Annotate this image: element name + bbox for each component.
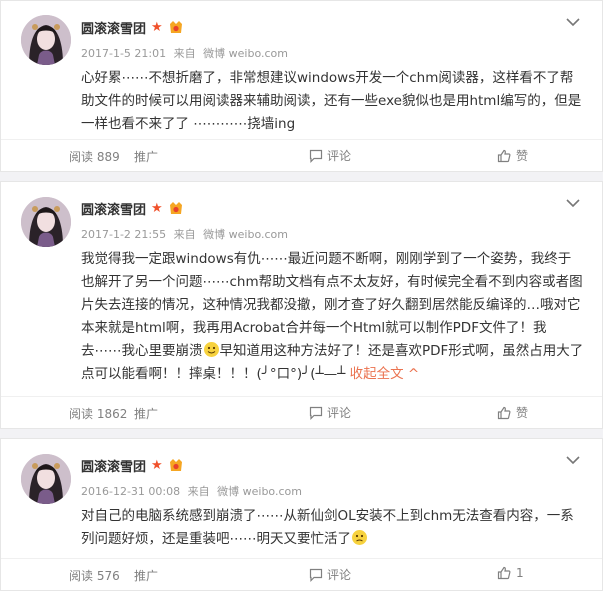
like-label: 赞	[516, 149, 529, 163]
post-time[interactable]: 2017-1-2 21:55	[81, 228, 166, 241]
post-source[interactable]: 微博 weibo.com	[217, 485, 302, 498]
source-prefix: 来自	[187, 485, 210, 498]
comment-button[interactable]: 评论	[309, 404, 351, 421]
post-meta: 2017-1-2 21:55 来自 微博 weibo.com	[81, 226, 288, 242]
promote-button[interactable]: 推广	[134, 148, 158, 165]
chevron-down-icon[interactable]	[566, 198, 580, 208]
read-count: 阅读 576	[69, 569, 120, 583]
comment-button[interactable]: 评论	[309, 147, 351, 164]
avatar[interactable]	[21, 454, 71, 504]
promote-button[interactable]: 推广	[134, 567, 158, 584]
author-row: 圆滚滚雪团 ★	[81, 455, 184, 475]
vip-icon[interactable]	[168, 201, 184, 215]
like-button[interactable]: 赞	[497, 147, 528, 164]
promote-button[interactable]: 推广	[134, 405, 158, 422]
like-icon	[497, 406, 511, 419]
weibo-post: 圆滚滚雪团 ★ 2016-12-31 00:08 来自 微博 weibo.com…	[0, 438, 603, 591]
post-meta: 2016-12-31 00:08 来自 微博 weibo.com	[81, 483, 302, 499]
like-label: 赞	[516, 406, 529, 420]
avatar[interactable]	[21, 15, 71, 65]
author-name[interactable]: 圆滚滚雪团	[81, 456, 146, 475]
avatar[interactable]	[21, 197, 71, 247]
author-name[interactable]: 圆滚滚雪团	[81, 199, 146, 218]
comment-icon	[309, 406, 323, 420]
post-text: 我觉得我一定跟windows有仇⋯⋯最近问题不断啊，刚刚学到了一个姿势，我终于也…	[81, 248, 584, 386]
weibo-post: 圆滚滚雪团 ★ 2017-1-2 21:55 来自 微博 weibo.com 我…	[0, 181, 603, 429]
vip-icon[interactable]	[168, 20, 184, 34]
read-count: 阅读 889	[69, 150, 120, 164]
vip-icon[interactable]	[168, 458, 184, 472]
author-name[interactable]: 圆滚滚雪团	[81, 18, 146, 37]
like-icon	[497, 566, 511, 580]
post-text: 对自己的电脑系统感到崩溃了⋯⋯从新仙剑OL安装不上到chm无法查看内容，一系列问…	[81, 505, 584, 551]
emoji-icon	[203, 342, 219, 357]
post-time[interactable]: 2016-12-31 00:08	[81, 485, 180, 498]
comment-label: 评论	[327, 406, 352, 420]
post-source[interactable]: 微博 weibo.com	[203, 228, 288, 241]
comment-label: 评论	[327, 149, 352, 163]
star-icon[interactable]: ★	[151, 202, 163, 215]
read-count: 阅读 1862	[69, 407, 128, 421]
comment-button[interactable]: 评论	[309, 566, 351, 583]
like-button[interactable]: 1	[497, 566, 524, 580]
author-row: 圆滚滚雪团 ★	[81, 198, 184, 218]
weibo-post: 圆滚滚雪团 ★ 2017-1-5 21:01 来自 微博 weibo.com 心…	[0, 0, 603, 172]
post-time[interactable]: 2017-1-5 21:01	[81, 47, 166, 60]
like-button[interactable]: 赞	[497, 404, 528, 421]
source-prefix: 来自	[173, 228, 196, 241]
post-meta: 2017-1-5 21:01 来自 微博 weibo.com	[81, 45, 288, 61]
post-source[interactable]: 微博 weibo.com	[203, 47, 288, 60]
source-prefix: 来自	[173, 47, 196, 60]
action-bar: 阅读 576 推广 评论 1	[1, 558, 602, 590]
chevron-down-icon[interactable]	[566, 17, 580, 27]
collapse-link[interactable]: 收起全文 ^	[350, 366, 420, 382]
like-icon	[497, 149, 511, 162]
author-row: 圆滚滚雪团 ★	[81, 17, 184, 37]
comment-icon	[309, 568, 323, 582]
action-bar: 阅读 889 推广 评论 赞	[1, 139, 602, 171]
action-bar: 阅读 1862 推广 评论 赞	[1, 396, 602, 428]
like-count: 1	[516, 566, 524, 580]
star-icon[interactable]: ★	[151, 459, 163, 472]
emoji-icon	[352, 530, 367, 545]
chevron-down-icon[interactable]	[566, 455, 580, 465]
comment-icon	[309, 149, 323, 163]
star-icon[interactable]: ★	[151, 21, 163, 34]
post-text: 心好累⋯⋯不想折磨了，非常想建议windows开发一个chm阅读器，这样看不了帮…	[81, 70, 582, 132]
comment-label: 评论	[327, 568, 352, 582]
post-text-part: 对自己的电脑系统感到崩溃了⋯⋯从新仙剑OL安装不上到chm无法查看内容，一系列问…	[81, 508, 574, 547]
